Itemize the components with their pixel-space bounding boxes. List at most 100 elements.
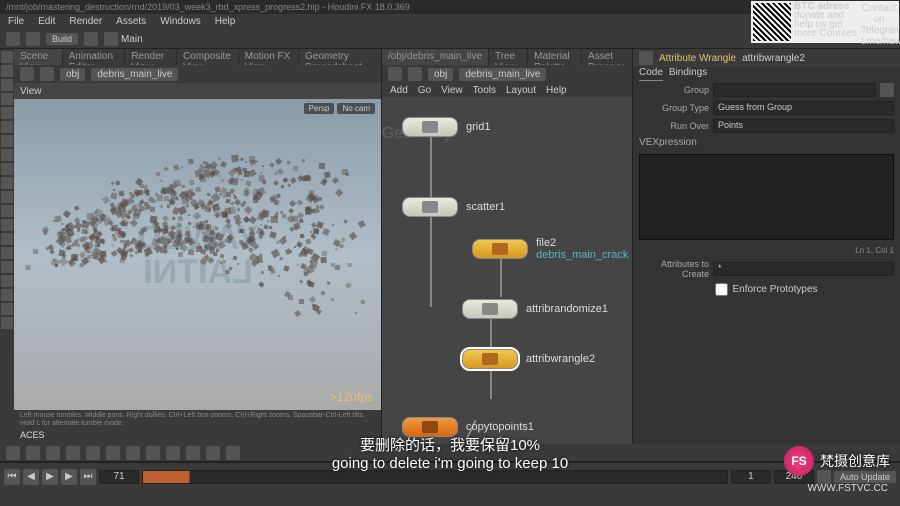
- viewport[interactable]: Persp No cam YAWEDLAITNI >120fps: [14, 99, 381, 410]
- start-frame-field[interactable]: 1: [731, 470, 771, 484]
- persp-button[interactable]: Persp: [304, 103, 335, 114]
- select-tool-icon[interactable]: [1, 51, 13, 63]
- tab-geo-spreadsheet[interactable]: Geometry Spreadsheet: [299, 49, 381, 65]
- tool-icon[interactable]: [1, 247, 13, 259]
- path-obj[interactable]: obj: [60, 68, 85, 81]
- tab-network-path[interactable]: /obj/debris_main_live: [382, 49, 488, 65]
- display-icon[interactable]: [186, 446, 200, 460]
- forward-icon[interactable]: [40, 67, 54, 81]
- back-icon[interactable]: [20, 67, 34, 81]
- display-icon[interactable]: [46, 446, 60, 460]
- display-icon[interactable]: [106, 446, 120, 460]
- menu-help[interactable]: Help: [546, 85, 567, 95]
- forward-icon[interactable]: [26, 32, 40, 46]
- enforce-checkbox[interactable]: [715, 283, 728, 296]
- menu-go[interactable]: Go: [418, 85, 431, 95]
- btc-overlay: BTC adressdonate and help us get more Co…: [751, 1, 899, 43]
- colorspace-label[interactable]: ACES: [14, 430, 381, 444]
- tool-icon[interactable]: [1, 163, 13, 175]
- tool-icon[interactable]: [1, 303, 13, 315]
- tool-icon[interactable]: [1, 233, 13, 245]
- menu-edit[interactable]: Edit: [38, 16, 55, 28]
- tool-icon[interactable]: [1, 275, 13, 287]
- tab-motion-fx[interactable]: Motion FX View: [239, 49, 298, 65]
- forward-icon[interactable]: [408, 67, 422, 81]
- group-field[interactable]: [713, 83, 876, 97]
- menu-file[interactable]: File: [8, 16, 24, 28]
- camera-button[interactable]: No cam: [337, 103, 375, 114]
- runover-select[interactable]: Points: [713, 119, 894, 133]
- node-attribwrangle2[interactable]: attribwrangle2: [462, 349, 595, 369]
- tab-composite-view[interactable]: Composite View: [177, 49, 238, 65]
- next-frame-icon[interactable]: ▶: [61, 469, 77, 485]
- menu-assets[interactable]: Assets: [116, 16, 146, 28]
- tool-icon[interactable]: [1, 107, 13, 119]
- grouptype-select[interactable]: Guess from Group: [713, 101, 894, 115]
- menu-tools[interactable]: Tools: [473, 85, 496, 95]
- tool-icon[interactable]: [1, 191, 13, 203]
- node-file2[interactable]: file2debris_main_crack: [472, 237, 628, 261]
- node-name-field[interactable]: attribwrangle2: [742, 53, 805, 64]
- display-icon[interactable]: [226, 446, 240, 460]
- parameter-pane: Attribute Wrangle attribwrangle2 Code Bi…: [632, 49, 900, 444]
- display-icon[interactable]: [66, 446, 80, 460]
- display-icon[interactable]: [146, 446, 160, 460]
- display-icon[interactable]: [126, 446, 140, 460]
- scale-tool-icon[interactable]: [1, 93, 13, 105]
- menu-render[interactable]: Render: [69, 16, 102, 28]
- desktop-selector[interactable]: Build: [46, 33, 78, 45]
- display-icon[interactable]: [166, 446, 180, 460]
- first-frame-icon[interactable]: ⏮: [4, 469, 20, 485]
- last-frame-icon[interactable]: ⏭: [80, 469, 96, 485]
- wrangle-icon: [482, 353, 498, 365]
- tool-icon[interactable]: [1, 121, 13, 133]
- tool-icon[interactable]: [1, 149, 13, 161]
- menu-windows[interactable]: Windows: [160, 16, 201, 28]
- frame-field[interactable]: 71: [99, 470, 139, 484]
- display-icon[interactable]: [86, 446, 100, 460]
- rotate-tool-icon[interactable]: [1, 79, 13, 91]
- tab-tree-view[interactable]: Tree View: [489, 49, 527, 65]
- home-icon[interactable]: [104, 32, 118, 46]
- vex-editor[interactable]: [639, 154, 894, 240]
- menu-layout[interactable]: Layout: [506, 85, 536, 95]
- pin-icon[interactable]: [639, 51, 653, 65]
- group-select-icon[interactable]: [880, 83, 894, 97]
- tab-animation-editor[interactable]: Animation Editor: [63, 49, 125, 65]
- tool-icon[interactable]: [1, 135, 13, 147]
- path-node[interactable]: debris_main_live: [459, 68, 546, 81]
- tab-code[interactable]: Code: [639, 67, 663, 81]
- back-icon[interactable]: [388, 67, 402, 81]
- tool-icon[interactable]: [1, 219, 13, 231]
- node-scatter1[interactable]: scatter1: [402, 197, 505, 217]
- menu-add[interactable]: Add: [390, 85, 408, 95]
- tool-icon[interactable]: [1, 177, 13, 189]
- tab-asset-browser[interactable]: Asset Browser: [582, 49, 632, 65]
- path-node[interactable]: debris_main_live: [91, 68, 178, 81]
- display-icon[interactable]: [206, 446, 220, 460]
- node-attribrandomize1[interactable]: attribrandomize1: [462, 299, 608, 319]
- move-tool-icon[interactable]: [1, 65, 13, 77]
- attrs-field[interactable]: *: [713, 262, 894, 276]
- tool-icon[interactable]: [84, 32, 98, 46]
- menu-view[interactable]: View: [441, 85, 463, 95]
- tab-render-view[interactable]: Render View: [125, 49, 176, 65]
- play-icon[interactable]: ▶: [42, 469, 58, 485]
- tool-icon[interactable]: [1, 289, 13, 301]
- node-grid1[interactable]: grid1: [402, 117, 490, 137]
- tab-scene-view[interactable]: Scene View: [14, 49, 62, 65]
- tool-icon[interactable]: [1, 317, 13, 329]
- display-icon[interactable]: [6, 446, 20, 460]
- fps-display: >120fps: [330, 390, 373, 404]
- left-toolbar: [0, 49, 14, 444]
- back-icon[interactable]: [6, 32, 20, 46]
- tool-icon[interactable]: [1, 205, 13, 217]
- prev-frame-icon[interactable]: ◀: [23, 469, 39, 485]
- tab-bindings[interactable]: Bindings: [669, 67, 707, 81]
- tab-material-palette[interactable]: Material Palette: [528, 49, 581, 65]
- menu-help[interactable]: Help: [215, 16, 236, 28]
- tool-icon[interactable]: [1, 261, 13, 273]
- path-obj[interactable]: obj: [428, 68, 453, 81]
- network-canvas[interactable]: Geometry grid1 scatter1 file2debris_main…: [382, 97, 632, 444]
- display-icon[interactable]: [26, 446, 40, 460]
